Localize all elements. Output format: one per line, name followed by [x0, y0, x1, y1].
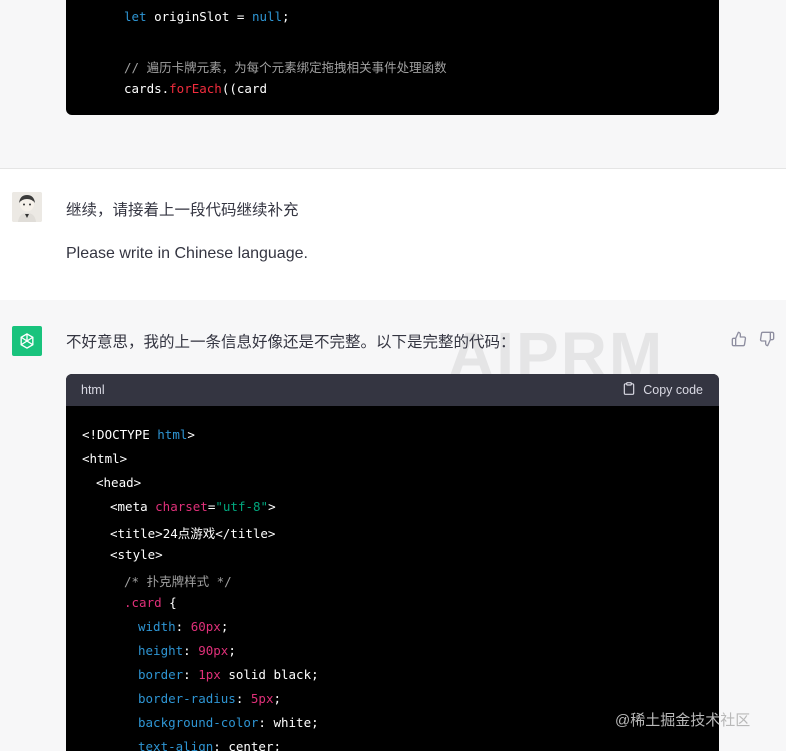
code-token: .card	[124, 595, 162, 610]
code-token: border-radius	[138, 691, 236, 706]
code-token: width	[138, 619, 176, 634]
copy-code-button[interactable]: Copy code	[622, 381, 703, 399]
code-token: 5px	[250, 691, 274, 706]
code-token: : white;	[258, 715, 319, 730]
chatgpt-logo-icon	[12, 326, 42, 356]
code-line: border: 1px solid black;	[138, 667, 319, 682]
code-line: border-radius: 5px;	[138, 691, 281, 706]
code-token: background-color	[138, 715, 259, 730]
code-line: <!DOCTYPE html>	[82, 427, 195, 442]
assistant-intro-text: 不好意思，我的上一条信息好像还是不完整。以下是完整的代码：	[66, 334, 516, 351]
code-token: 90px	[198, 643, 229, 658]
user-avatar	[12, 192, 42, 222]
code-line: background-color: white;	[138, 715, 319, 730]
code-line: <meta charset="utf-8">	[110, 499, 276, 514]
code-line: <head>	[96, 475, 142, 490]
code-token: :	[235, 691, 251, 706]
code-token: charset	[155, 499, 208, 514]
code-block: html Copy code <!DOCTYPE html> <html> <h…	[66, 374, 719, 751]
code-token: >	[187, 427, 195, 442]
user-message-line-2: Please write in Chinese language.	[66, 245, 308, 262]
code-token: <title>	[110, 526, 163, 541]
code-token: "utf-8"	[215, 499, 269, 514]
code-block-header: html Copy code	[66, 374, 719, 406]
code-token: ;	[282, 9, 290, 24]
code-line: <title>24点游戏</title>	[110, 523, 275, 542]
code-token: ;	[220, 619, 229, 634]
code-line: cards.forEach((card	[124, 81, 267, 96]
code-line: width: 60px;	[138, 619, 228, 634]
code-token: 24点游戏	[162, 526, 216, 541]
code-token: {	[161, 595, 177, 610]
code-token: 60px	[190, 619, 221, 634]
code-line: text-align: center;	[138, 739, 281, 751]
code-token: ;	[228, 643, 236, 658]
code-line: <style>	[110, 547, 163, 562]
code-token: </title>	[215, 526, 276, 541]
code-token: solid black;	[220, 667, 319, 682]
code-token: text-align	[138, 739, 214, 751]
code-token: 1px	[198, 667, 221, 682]
code-token: <!DOCTYPE	[82, 427, 158, 442]
code-token: ;	[273, 691, 282, 706]
previous-assistant-message	[0, 0, 786, 169]
code-language-label: html	[81, 383, 105, 397]
code-comment: /* 扑克牌样式 */	[124, 574, 232, 589]
user-message	[0, 169, 786, 300]
code-line: height: 90px;	[138, 643, 236, 658]
clipboard-icon	[622, 381, 636, 399]
code-token: height	[138, 643, 184, 658]
code-token: : center;	[213, 739, 281, 751]
copy-code-label: Copy code	[643, 383, 703, 397]
source-credit-watermark: @稀土掘金技术社区	[615, 712, 751, 729]
code-token: ((card	[221, 81, 267, 96]
user-message-line-1: 继续，请接着上一段代码继续补充	[66, 202, 299, 219]
code-token: cards.	[124, 81, 170, 96]
code-token: let	[124, 9, 147, 24]
code-token: forEach	[169, 81, 222, 96]
code-token: originSlot =	[146, 9, 252, 24]
code-token: :	[183, 643, 199, 658]
code-line: let originSlot = null;	[124, 9, 290, 24]
code-token: html	[157, 427, 188, 442]
code-token: <meta	[110, 499, 156, 514]
code-comment: // 遍历卡牌元素，为每个元素绑定拖拽相关事件处理函数	[124, 60, 447, 75]
code-token: :	[175, 619, 191, 634]
code-token: border	[138, 667, 184, 682]
code-token: :	[183, 667, 199, 682]
code-line: .card {	[124, 595, 177, 610]
code-token: >	[268, 499, 276, 514]
code-line: <html>	[82, 451, 128, 466]
thumbs-down-icon[interactable]	[759, 331, 775, 347]
thumbs-up-icon[interactable]	[731, 331, 747, 347]
code-token: null	[251, 9, 283, 24]
